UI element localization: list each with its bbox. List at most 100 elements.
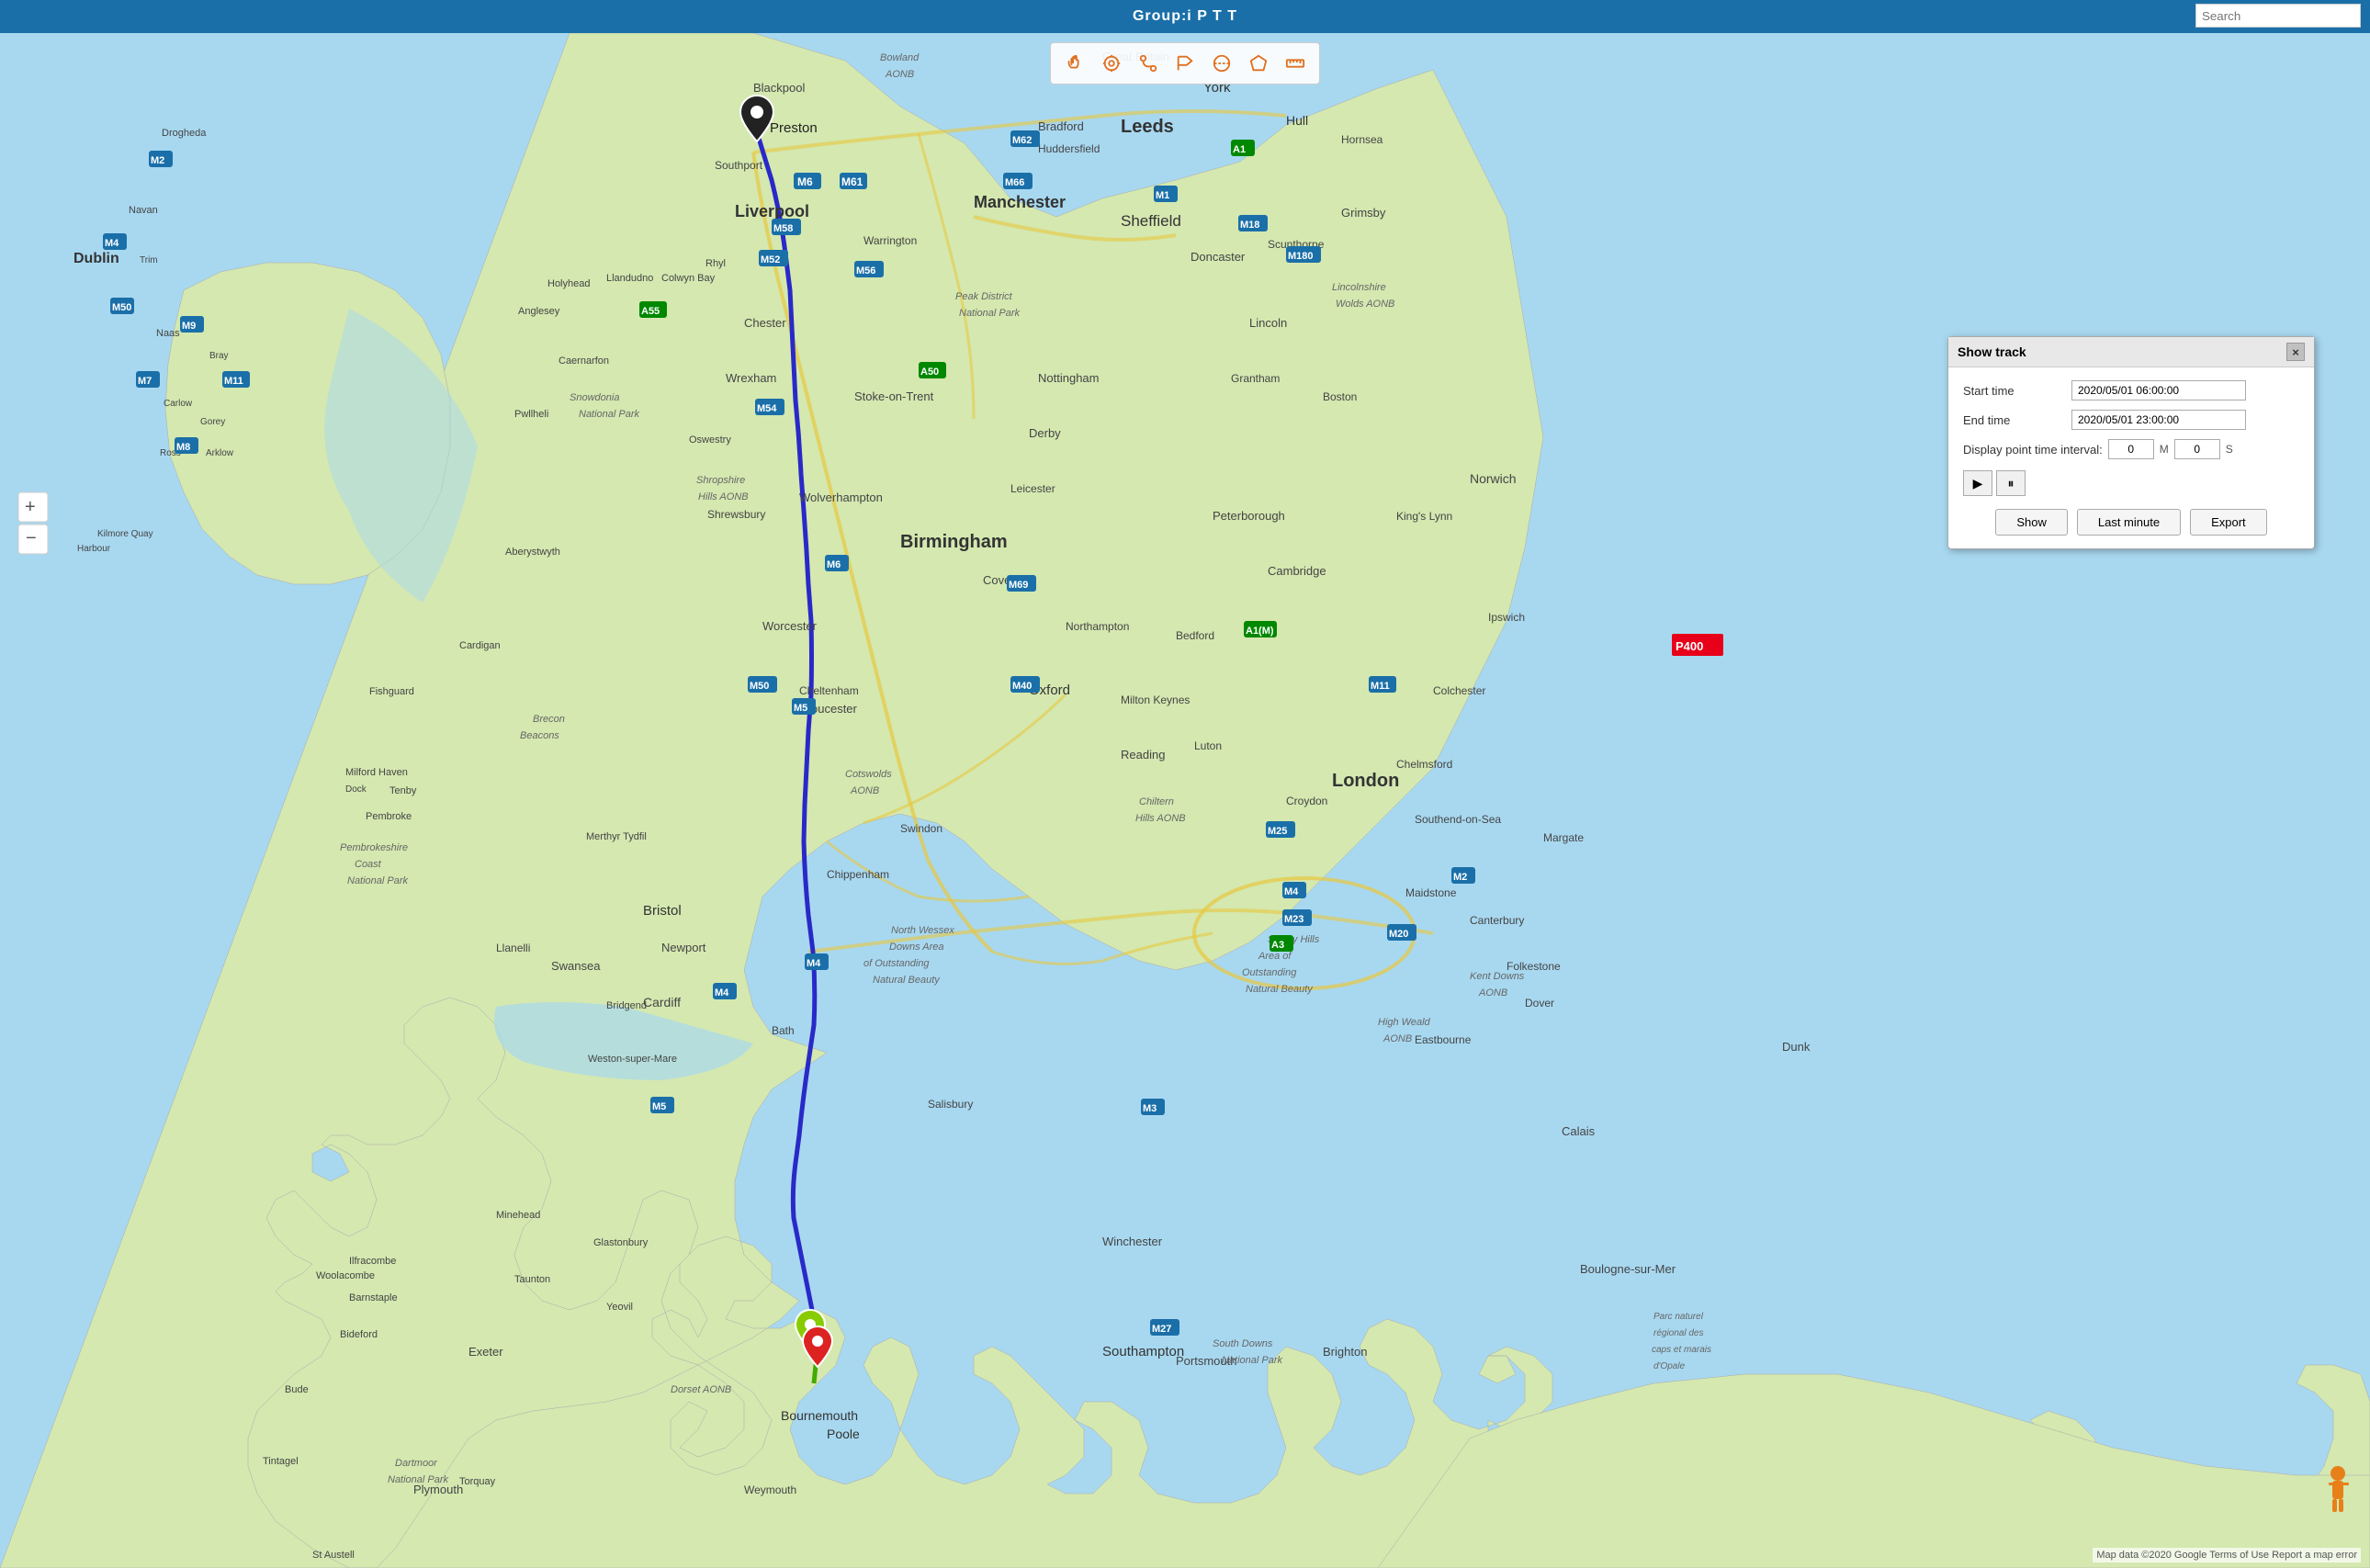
- svg-text:Northampton: Northampton: [1066, 620, 1129, 633]
- svg-text:Naas: Naas: [156, 328, 180, 339]
- svg-text:Warrington: Warrington: [863, 234, 917, 247]
- interval-m-input[interactable]: [2174, 439, 2220, 459]
- svg-text:A1(M): A1(M): [1246, 626, 1274, 637]
- svg-text:Poole: Poole: [827, 1427, 860, 1441]
- target-tool-button[interactable]: [1095, 47, 1128, 80]
- svg-text:Taunton: Taunton: [514, 1274, 550, 1285]
- svg-text:M20: M20: [1389, 929, 1408, 940]
- svg-text:Reading: Reading: [1121, 748, 1165, 761]
- svg-text:M180: M180: [1288, 251, 1314, 262]
- svg-text:Snowdonia: Snowdonia: [570, 392, 619, 403]
- svg-text:Norwich: Norwich: [1470, 471, 1517, 486]
- svg-text:Preston: Preston: [770, 120, 818, 136]
- svg-text:M2: M2: [151, 155, 164, 166]
- start-time-label: Start time: [1963, 384, 2064, 398]
- svg-text:Colchester: Colchester: [1433, 684, 1485, 697]
- play-icon: ▶: [1973, 476, 1983, 491]
- svg-text:Swindon: Swindon: [900, 822, 942, 835]
- svg-text:M9: M9: [182, 321, 196, 332]
- svg-text:A50: A50: [920, 367, 939, 378]
- svg-text:Lincolnshire: Lincolnshire: [1332, 282, 1386, 293]
- end-time-input[interactable]: [2071, 410, 2246, 430]
- svg-text:M56: M56: [856, 265, 875, 276]
- start-time-input[interactable]: [2071, 380, 2246, 400]
- svg-text:AONB: AONB: [885, 69, 914, 80]
- last-minute-button[interactable]: Last minute: [2077, 509, 2181, 536]
- flag-tool-button[interactable]: [1168, 47, 1202, 80]
- svg-text:Drogheda: Drogheda: [162, 128, 207, 139]
- svg-text:M4: M4: [105, 238, 119, 249]
- svg-text:Aberystwyth: Aberystwyth: [505, 547, 560, 558]
- export-button[interactable]: Export: [2190, 509, 2267, 536]
- svg-text:M3: M3: [1143, 1103, 1157, 1114]
- svg-text:Pembrokeshire: Pembrokeshire: [340, 842, 408, 853]
- panel-close-button[interactable]: ×: [2286, 343, 2305, 361]
- play-button[interactable]: ▶: [1963, 470, 1992, 496]
- svg-text:Luton: Luton: [1194, 739, 1222, 752]
- svg-text:Bude: Bude: [285, 1384, 309, 1395]
- svg-text:National Park: National Park: [1222, 1355, 1283, 1366]
- svg-text:Tintagel: Tintagel: [263, 1456, 299, 1467]
- svg-text:Peterborough: Peterborough: [1213, 509, 1285, 523]
- svg-text:Natural Beauty: Natural Beauty: [873, 975, 941, 986]
- svg-text:Grimsby: Grimsby: [1341, 206, 1386, 220]
- svg-text:Llandudno: Llandudno: [606, 273, 653, 284]
- svg-text:South Downs: South Downs: [1213, 1338, 1273, 1349]
- hand-tool-button[interactable]: [1058, 47, 1091, 80]
- svg-text:Blackpool: Blackpool: [753, 81, 805, 95]
- svg-text:Chiltern: Chiltern: [1139, 796, 1174, 807]
- header: Group:i P T T: [0, 0, 2370, 33]
- route-tool-button[interactable]: [1132, 47, 1165, 80]
- svg-text:Outstanding: Outstanding: [1242, 967, 1297, 978]
- svg-text:M23: M23: [1284, 914, 1304, 925]
- interval-row: Display point time interval: M S: [1963, 439, 2299, 459]
- polygon-tool-button[interactable]: [1242, 47, 1275, 80]
- svg-text:Cardiff: Cardiff: [643, 995, 681, 1010]
- svg-text:M69: M69: [1009, 580, 1028, 591]
- svg-text:Chippenham: Chippenham: [827, 868, 889, 881]
- svg-text:Birmingham: Birmingham: [900, 532, 1008, 552]
- svg-text:M11: M11: [224, 376, 243, 387]
- svg-text:M62: M62: [1012, 135, 1032, 146]
- svg-text:National Park: National Park: [959, 308, 1021, 319]
- map-container[interactable]: Leeds Manchester Liverpool Birmingham Lo…: [0, 33, 2370, 1568]
- start-time-row: Start time: [1963, 380, 2299, 400]
- svg-text:Pembroke: Pembroke: [366, 811, 412, 822]
- svg-text:Hornsea: Hornsea: [1341, 133, 1383, 146]
- svg-text:M5: M5: [652, 1101, 666, 1112]
- end-time-label: End time: [1963, 413, 2064, 427]
- pause-button[interactable]: ⏸: [1996, 470, 2026, 496]
- pause-icon: ⏸: [2008, 476, 2014, 491]
- interval-value-input[interactable]: [2108, 439, 2154, 459]
- svg-text:Hills AONB: Hills AONB: [698, 491, 749, 502]
- show-track-panel: Show track × Start time End time Display…: [1947, 336, 2315, 549]
- svg-text:Cambridge: Cambridge: [1268, 564, 1326, 578]
- svg-text:Liverpool: Liverpool: [735, 202, 809, 220]
- panel-title: Show track: [1958, 344, 2026, 359]
- svg-text:Chelmsford: Chelmsford: [1396, 758, 1452, 771]
- svg-text:Hills AONB: Hills AONB: [1135, 813, 1186, 824]
- svg-text:AONB: AONB: [850, 785, 879, 796]
- svg-text:Ilfracombe: Ilfracombe: [349, 1256, 396, 1267]
- search-input[interactable]: [2195, 4, 2361, 28]
- svg-text:Dorset AONB: Dorset AONB: [671, 1384, 731, 1395]
- svg-text:Southampton: Southampton: [1102, 1344, 1184, 1359]
- svg-text:Bournemouth: Bournemouth: [781, 1408, 858, 1423]
- panel-header: Show track ×: [1948, 337, 2314, 367]
- svg-text:Fishguard: Fishguard: [369, 686, 414, 697]
- svg-text:Weymouth: Weymouth: [744, 1483, 796, 1496]
- svg-text:Newport: Newport: [661, 941, 706, 954]
- svg-text:Boulogne-sur-Mer: Boulogne-sur-Mer: [1580, 1262, 1676, 1276]
- svg-text:Trim: Trim: [140, 255, 158, 265]
- svg-text:Huddersfield: Huddersfield: [1038, 142, 1100, 155]
- svg-text:Grantham: Grantham: [1231, 372, 1280, 385]
- measure-tool-button[interactable]: [1279, 47, 1312, 80]
- show-button[interactable]: Show: [1995, 509, 2068, 536]
- svg-text:Pwllheli: Pwllheli: [514, 409, 548, 420]
- svg-text:M61: M61: [841, 175, 863, 188]
- svg-text:AONB: AONB: [1382, 1033, 1412, 1044]
- svg-text:Harbour: Harbour: [77, 544, 111, 554]
- svg-text:Boston: Boston: [1323, 390, 1357, 403]
- circle-tool-button[interactable]: [1205, 47, 1238, 80]
- svg-text:Rhyl: Rhyl: [705, 258, 726, 269]
